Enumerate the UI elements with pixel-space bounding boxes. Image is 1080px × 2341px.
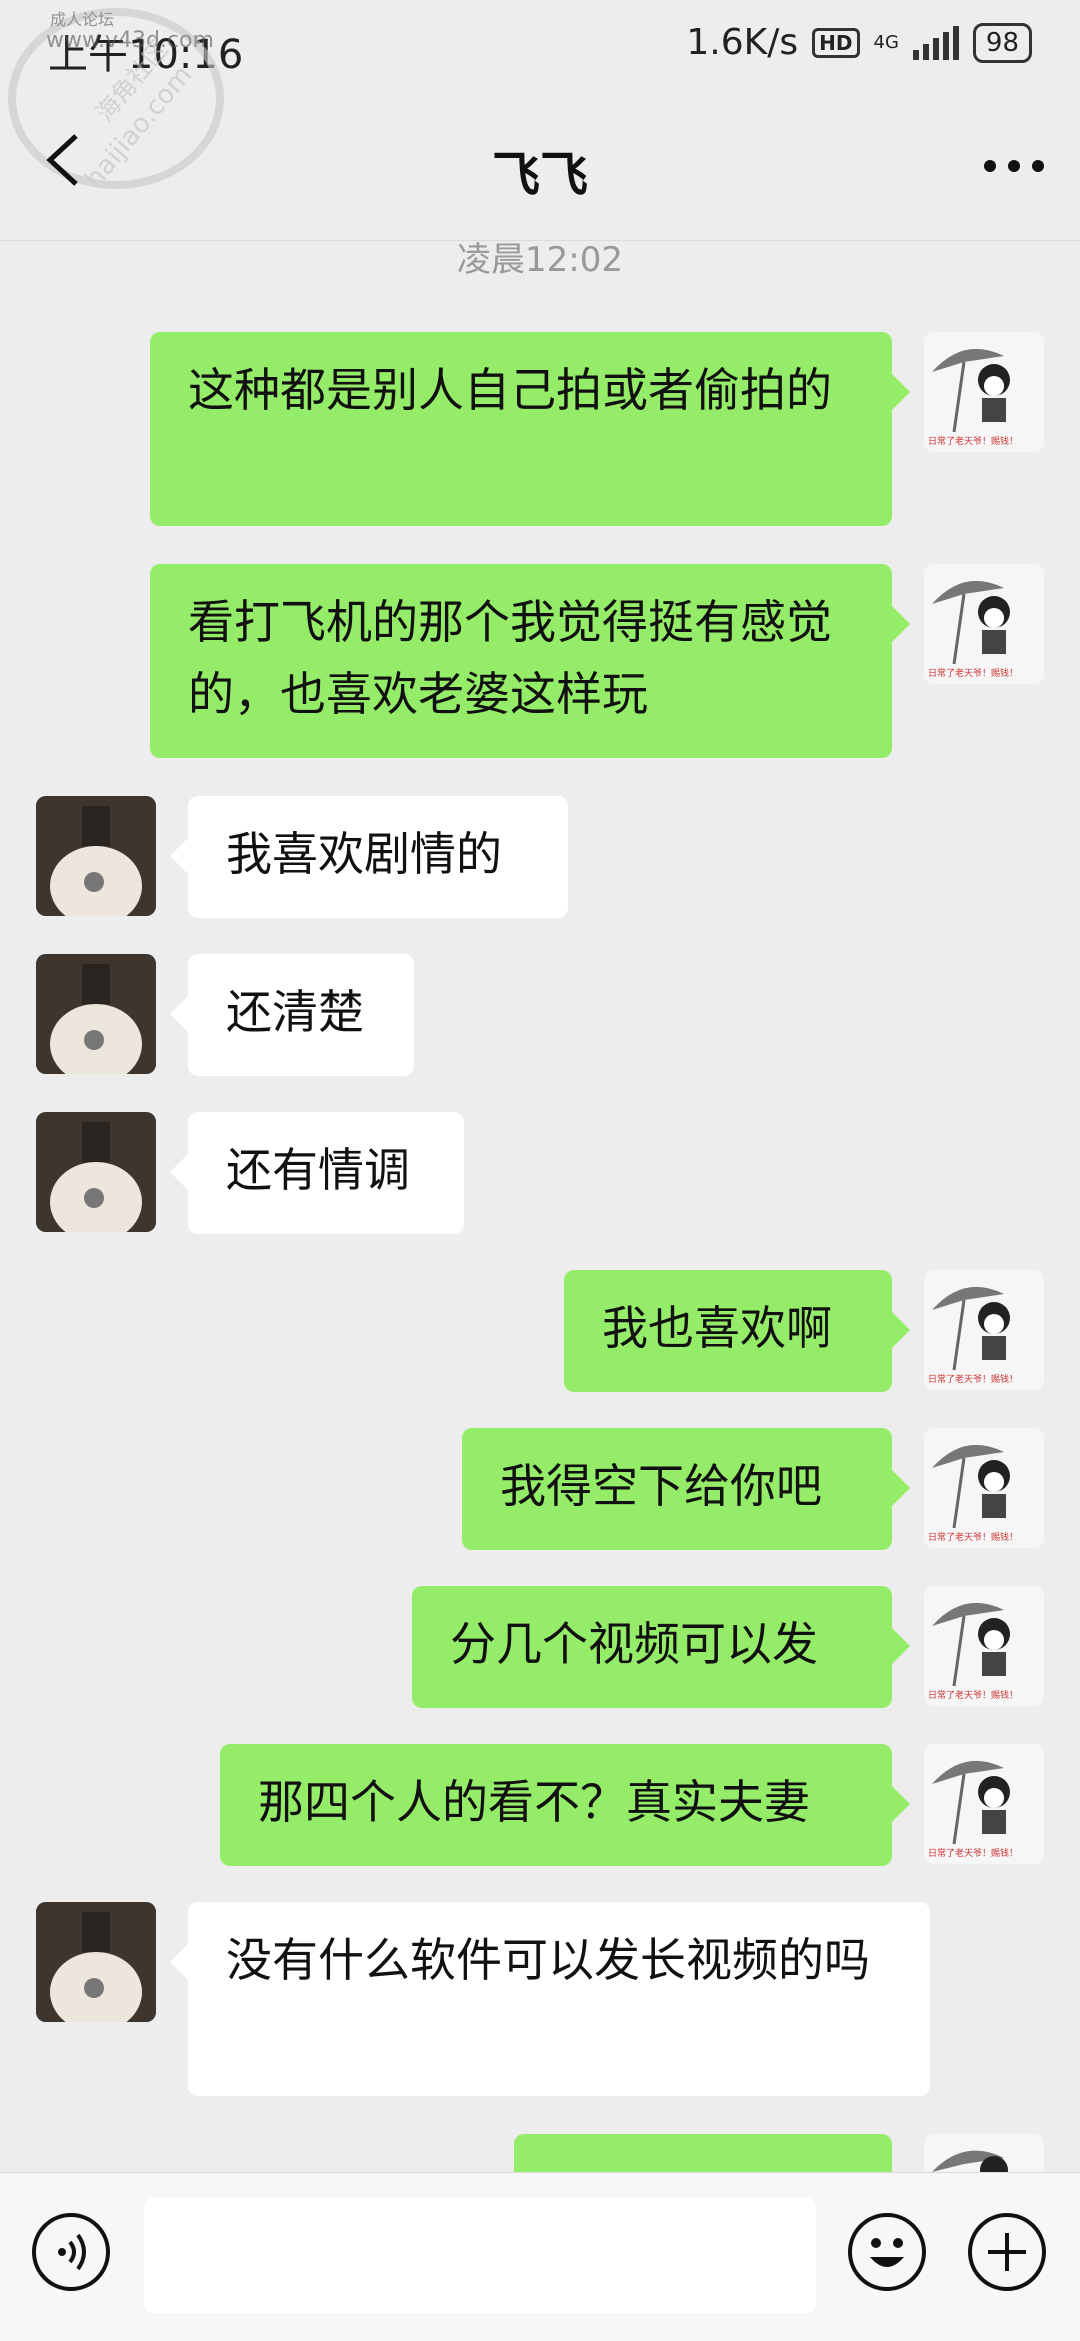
message-input[interactable] <box>144 2197 816 2313</box>
chat-title: 飞飞 <box>491 147 588 203</box>
avatar[interactable] <box>36 1112 156 1232</box>
message-bubble[interactable]: 这种都是别人自己拍或者偷拍的 <box>150 332 910 526</box>
avatar[interactable]: 日常了老天爷！赐钱！ <box>924 1428 1044 1548</box>
avatar[interactable]: 日常了老天爷！赐钱！ <box>924 332 1044 452</box>
signal-icon <box>912 25 959 60</box>
message-bubble[interactable]: 还清楚 <box>170 954 414 1076</box>
sticker-avatar-icon: 日常了老天爷！赐钱！ <box>924 1744 1044 1864</box>
message-bubble[interactable]: 我得空下给你吧 <box>462 1428 910 1550</box>
net-type: 4G <box>873 31 899 53</box>
message-timestamp: 凌晨12:02 <box>457 240 623 280</box>
avatar[interactable] <box>924 2134 1044 2172</box>
voice-icon[interactable] <box>32 2213 110 2291</box>
contact-avatar-icon <box>36 1902 156 2022</box>
watermark-site: www.v43d.com <box>46 28 214 53</box>
message-bubble[interactable]: 分几个视频可以发 <box>412 1586 910 1708</box>
message-bubble[interactable]: 我也喜欢啊 <box>564 1270 910 1392</box>
more-dots-icon[interactable] <box>984 160 1044 172</box>
plus-icon[interactable] <box>968 2213 1046 2291</box>
avatar[interactable] <box>36 796 156 916</box>
contact-avatar-icon <box>36 1112 156 1232</box>
sticker-caption: 日常了老天爷！赐钱！ <box>928 435 1018 447</box>
input-bar <box>0 2172 1080 2341</box>
avatar[interactable]: 日常了老天爷！赐钱！ <box>924 1270 1044 1390</box>
sticker-caption: 日常了老天爷！赐钱！ <box>928 1847 1018 1859</box>
network-speed: 1.6K/s <box>686 22 799 63</box>
sticker-avatar-icon: 日常了老天爷！赐钱！ <box>924 1428 1044 1548</box>
chat-header: 飞飞 <box>0 90 1080 241</box>
sticker-avatar-icon: 日常了老天爷！赐钱！ <box>924 564 1044 684</box>
contact-avatar-icon <box>36 954 156 1074</box>
emoji-icon[interactable] <box>848 2213 926 2291</box>
sticker-avatar-icon: 日常了老天爷！赐钱！ <box>924 332 1044 452</box>
battery-icon: 98 <box>972 22 1032 63</box>
avatar[interactable]: 日常了老天爷！赐钱！ <box>924 564 1044 684</box>
sticker-avatar-icon: 日常了老天爷！赐钱！ <box>924 1586 1044 1706</box>
message-bubble[interactable]: 还有情调 <box>170 1112 464 1234</box>
message-bubble[interactable]: 那四个人的看不？真实夫妻 <box>220 1744 910 1866</box>
avatar[interactable]: 日常了老天爷！赐钱！ <box>924 1744 1044 1864</box>
message-bubble[interactable]: 没有什么软件可以发长视频的吗 <box>170 1902 930 2096</box>
sticker-avatar-icon <box>924 2134 1044 2172</box>
avatar[interactable]: 日常了老天爷！赐钱！ <box>924 1586 1044 1706</box>
sticker-caption: 日常了老天爷！赐钱！ <box>928 1373 1018 1385</box>
sticker-caption: 日常了老天爷！赐钱！ <box>928 1689 1018 1701</box>
contact-avatar-icon <box>36 796 156 916</box>
sticker-caption: 日常了老天爷！赐钱！ <box>928 1531 1018 1543</box>
message-bubble[interactable]: 看打飞机的那个我觉得挺有感觉的，也喜欢老婆这样玩 <box>150 564 910 758</box>
status-right: 1.6K/s HD 4G 98 <box>686 22 1032 63</box>
hd-icon: HD <box>812 27 860 58</box>
sticker-caption: 日常了老天爷！赐钱！ <box>928 667 1018 679</box>
avatar[interactable] <box>36 1902 156 2022</box>
avatar[interactable] <box>36 954 156 1074</box>
message-bubble[interactable]: 我喜欢剧情的 <box>170 796 568 918</box>
sticker-avatar-icon: 日常了老天爷！赐钱！ <box>924 1270 1044 1390</box>
watermark-top-text: 成人论坛 <box>50 10 115 29</box>
